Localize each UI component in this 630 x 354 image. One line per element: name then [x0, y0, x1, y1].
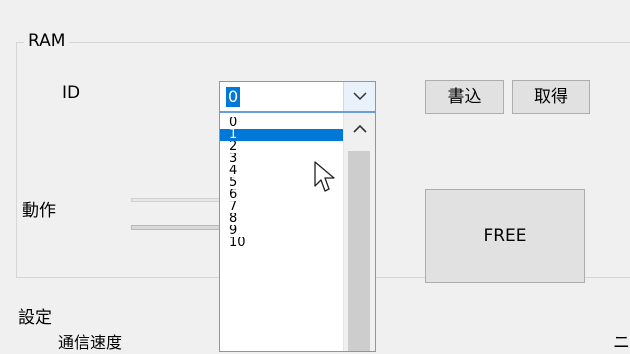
dropdown-item[interactable]: 8 [220, 213, 343, 225]
scroll-thumb[interactable] [348, 151, 370, 351]
id-combobox[interactable]: 0 [219, 81, 376, 112]
id-combo-value: 0 [226, 87, 241, 107]
dropdown-item[interactable]: 1 [220, 129, 343, 141]
combo-dropdown-button[interactable] [343, 82, 375, 111]
action-slider-track[interactable] [131, 225, 223, 230]
dropdown-item[interactable]: 2 [220, 141, 343, 153]
write-button[interactable]: 書込 [425, 80, 504, 114]
settings-group-title: 設定 [18, 307, 52, 329]
ram-group-title: RAM [24, 30, 70, 52]
dropdown-scrollbar[interactable] [343, 113, 375, 351]
dropdown-item[interactable]: 0 [220, 117, 343, 129]
get-button[interactable]: 取得 [512, 80, 590, 114]
scroll-up-button[interactable] [344, 113, 375, 143]
chevron-down-icon [352, 92, 367, 101]
dropdown-item[interactable]: 10 [220, 237, 343, 249]
free-button[interactable]: FREE [425, 189, 585, 283]
dropdown-item[interactable]: 7 [220, 201, 343, 213]
chevron-up-icon [352, 124, 367, 133]
dropdown-item[interactable]: 9 [220, 225, 343, 237]
action-slider-track-top[interactable] [131, 198, 223, 202]
comm-speed-label: 通信速度 [58, 333, 123, 352]
id-dropdown-list[interactable]: 0 1 2 3 4 5 6 7 8 9 10 [219, 112, 376, 352]
action-label: 動作 [22, 201, 56, 221]
arrow-cursor-icon [314, 161, 335, 192]
right-edge-label: ニ [613, 333, 630, 353]
id-label: ID [62, 83, 81, 103]
